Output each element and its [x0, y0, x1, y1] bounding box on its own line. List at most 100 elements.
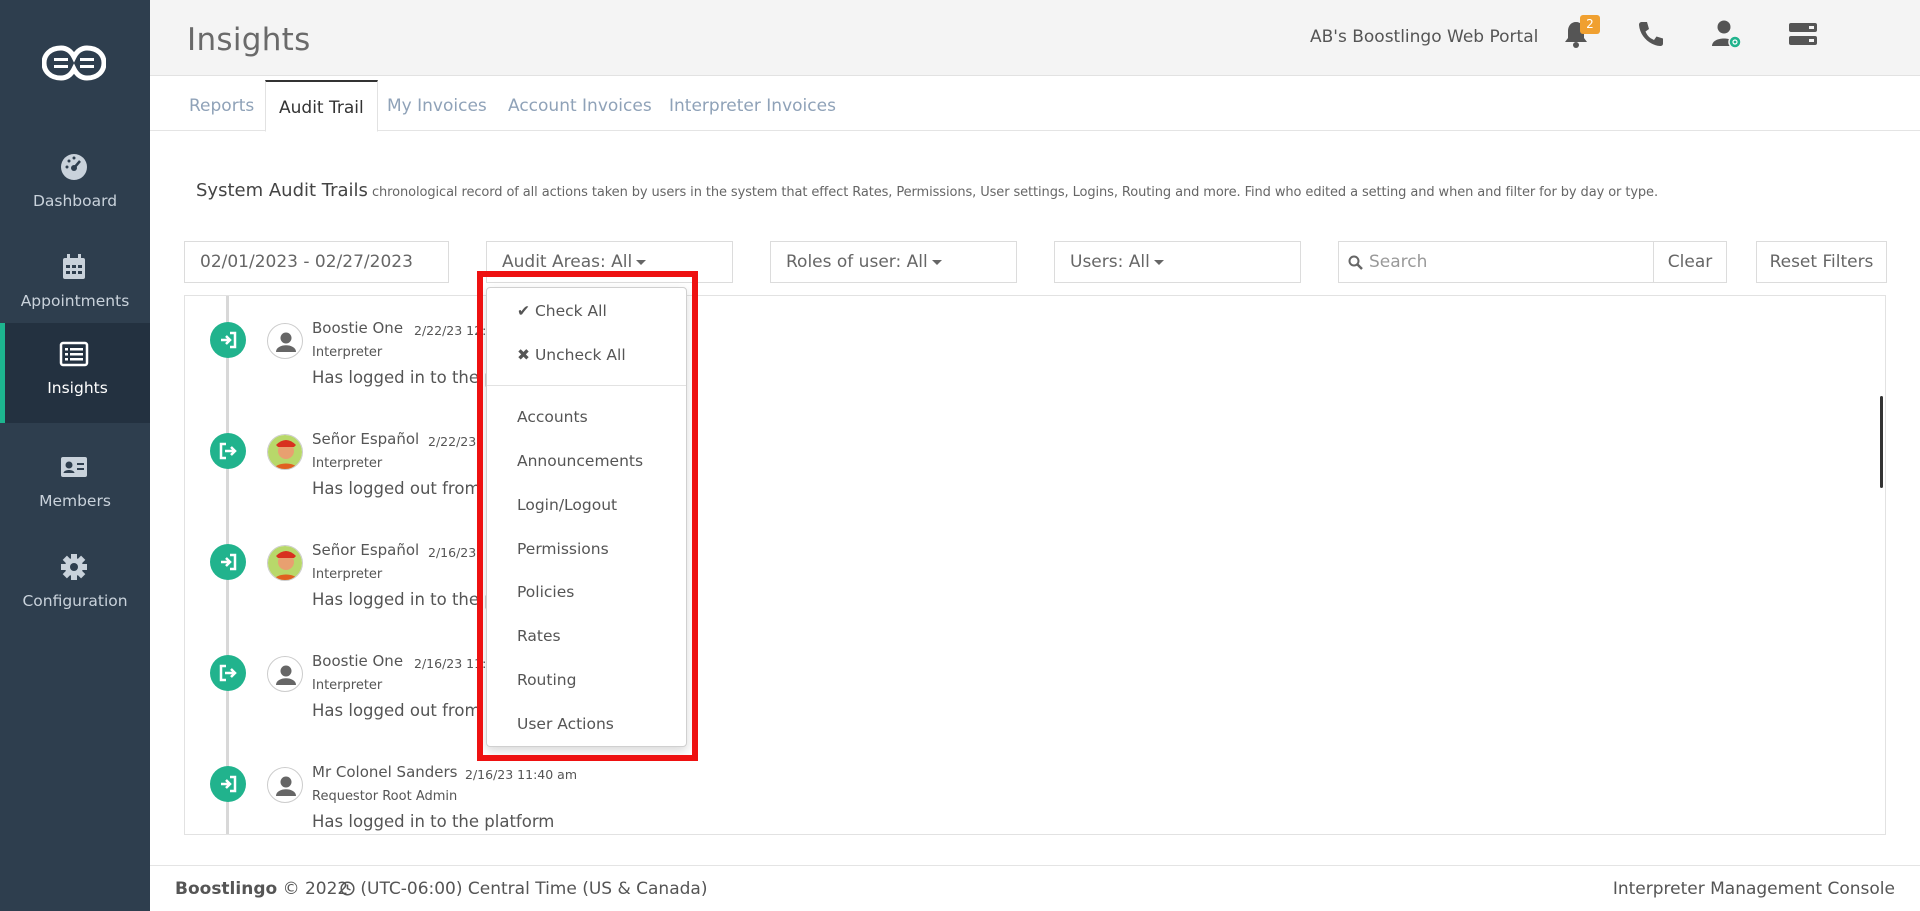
list-icon — [59, 341, 89, 367]
search-box — [1338, 241, 1654, 283]
menu-item-accounts[interactable]: Accounts — [517, 408, 588, 426]
menu-item-policies[interactable]: Policies — [517, 583, 574, 601]
entry-message: Has logged in to the platform — [312, 812, 555, 831]
roles-dropdown[interactable]: Roles of user: All — [770, 241, 1017, 283]
sidebar-item-appointments[interactable]: Appointments — [0, 236, 150, 336]
login-icon — [210, 322, 246, 358]
sidebar-item-label: Appointments — [20, 292, 130, 310]
avatar — [267, 767, 303, 803]
footer-timezone: (UTC-06:00) Central Time (US & Canada) — [340, 879, 707, 899]
avatar — [267, 434, 303, 470]
menu-item-login-logout[interactable]: Login/Logout — [517, 496, 617, 514]
entry-user-name: Señor Español — [312, 541, 420, 559]
tab-interpreter-invoices[interactable]: Interpreter Invoices — [669, 96, 836, 116]
avatar — [267, 656, 303, 692]
avatar — [267, 545, 303, 581]
menu-item-routing[interactable]: Routing — [517, 671, 576, 689]
clear-button[interactable]: Clear — [1653, 241, 1727, 283]
audit-areas-label: Audit Areas: All — [502, 252, 633, 272]
logout-icon — [210, 655, 246, 691]
caret-down-icon — [636, 259, 647, 265]
gear-icon — [61, 554, 87, 580]
list-item: Señor Español 2/16/23 Interpreter Has lo… — [185, 518, 1885, 629]
portal-name: AB's Boostlingo Web Portal — [1310, 27, 1539, 47]
dashboard-icon — [61, 154, 87, 180]
footer-brand: Boostlingo © 2022 — [175, 879, 348, 899]
sidebar-item-insights[interactable]: Insights — [0, 323, 150, 423]
menu-item-announcements[interactable]: Announcements — [517, 452, 643, 470]
reset-filters-button[interactable]: Reset Filters — [1756, 241, 1887, 283]
audit-feed: Boostie One 2/22/23 12:1 Interpreter Has… — [184, 295, 1886, 835]
check-all-option[interactable]: ✔ Check All — [517, 302, 607, 320]
server-menu-icon[interactable] — [1787, 18, 1819, 50]
roles-label: Roles of user: All — [786, 252, 928, 272]
entry-timestamp: 2/16/23 — [428, 545, 477, 560]
calendar-icon — [63, 254, 85, 279]
menu-divider — [487, 385, 686, 386]
entry-message: Has logged in to the pla — [312, 590, 510, 609]
caret-down-icon — [931, 259, 942, 265]
footer: Boostlingo © 2022 (UTC-06:00) Central Ti… — [150, 865, 1920, 911]
menu-item-rates[interactable]: Rates — [517, 627, 561, 645]
entry-timestamp: 2/22/23 12:1 — [414, 323, 495, 338]
feed-scrollbar[interactable] — [1880, 396, 1883, 488]
sidebar-item-label: Members — [39, 492, 111, 510]
users-dropdown[interactable]: Users: All — [1054, 241, 1301, 283]
uncheck-all-option[interactable]: ✖ Uncheck All — [517, 346, 626, 364]
audit-areas-dropdown[interactable]: Audit Areas: All — [486, 241, 733, 283]
footer-brand-name: Boostlingo — [175, 879, 278, 899]
phone-icon[interactable] — [1635, 18, 1667, 50]
entry-user-name: Mr Colonel Sanders — [312, 763, 458, 781]
audit-areas-menu: ✔ Check All ✖ Uncheck All Accounts Annou… — [486, 287, 687, 747]
sidebar-item-members[interactable]: Members — [0, 436, 150, 536]
close-icon: ✖ — [517, 346, 530, 364]
list-item: Mr Colonel Sanders 2/16/23 11:40 am Requ… — [185, 740, 1885, 834]
user-status-icon[interactable] — [1710, 18, 1742, 50]
entry-message: Has logged in to the pla — [312, 368, 510, 387]
sidebar-item-configuration[interactable]: Configuration — [0, 536, 150, 636]
id-card-icon — [61, 457, 87, 477]
users-label: Users: All — [1070, 252, 1150, 272]
entry-user-name: Boostie One — [312, 319, 404, 337]
caret-down-icon — [1153, 259, 1164, 265]
search-icon — [1348, 255, 1363, 270]
tab-my-invoices[interactable]: My Invoices — [387, 96, 487, 116]
menu-item-user-actions[interactable]: User Actions — [517, 715, 614, 733]
tab-reports[interactable]: Reports — [189, 96, 254, 116]
sidebar-item-label: Insights — [47, 379, 108, 397]
section-description: chronological record of all actions take… — [372, 185, 1658, 200]
list-item: Boostie One 2/16/23 11:4 Interpreter Has… — [185, 629, 1885, 740]
entry-message: Has logged out from th — [312, 479, 503, 498]
login-icon — [210, 766, 246, 802]
check-icon: ✔ — [517, 302, 530, 320]
entry-user-role: Requestor Root Admin — [312, 789, 458, 804]
entry-user-role: Interpreter — [312, 567, 383, 582]
entry-timestamp: 2/22/23 — [428, 434, 477, 449]
notification-badge: 2 — [1580, 15, 1600, 34]
entry-user-role: Interpreter — [312, 345, 383, 360]
footer-copyright: © 2022 — [282, 879, 349, 899]
tab-audit-trail[interactable]: Audit Trail — [265, 80, 378, 132]
list-item: Señor Español 2/22/23 Interpreter Has lo… — [185, 407, 1885, 518]
check-all-label: Check All — [534, 302, 607, 320]
entry-user-role: Interpreter — [312, 456, 383, 471]
tab-account-invoices[interactable]: Account Invoices — [508, 96, 652, 116]
entry-user-name: Señor Español — [312, 430, 420, 448]
boostlingo-logo[interactable] — [42, 44, 106, 82]
logout-icon — [210, 433, 246, 469]
menu-item-permissions[interactable]: Permissions — [517, 540, 609, 558]
login-icon — [210, 544, 246, 580]
section-title: System Audit Trails — [196, 180, 368, 201]
list-item: Boostie One 2/22/23 12:1 Interpreter Has… — [185, 296, 1885, 407]
tab-bar: Reports Audit Trail My Invoices Account … — [150, 76, 1920, 132]
entry-message: Has logged out from th — [312, 701, 503, 720]
date-range-picker[interactable]: 02/01/2023 - 02/27/2023 — [184, 241, 449, 283]
avatar — [267, 323, 303, 359]
sidebar-item-label: Configuration — [22, 592, 128, 610]
search-input[interactable] — [1369, 242, 1649, 282]
sidebar-item-label: Dashboard — [32, 192, 118, 210]
entry-timestamp: 2/16/23 11:4 — [414, 656, 495, 671]
uncheck-all-label: Uncheck All — [534, 346, 626, 364]
footer-console-label: Interpreter Management Console — [1612, 879, 1895, 899]
sidebar-item-dashboard[interactable]: Dashboard — [0, 136, 150, 236]
